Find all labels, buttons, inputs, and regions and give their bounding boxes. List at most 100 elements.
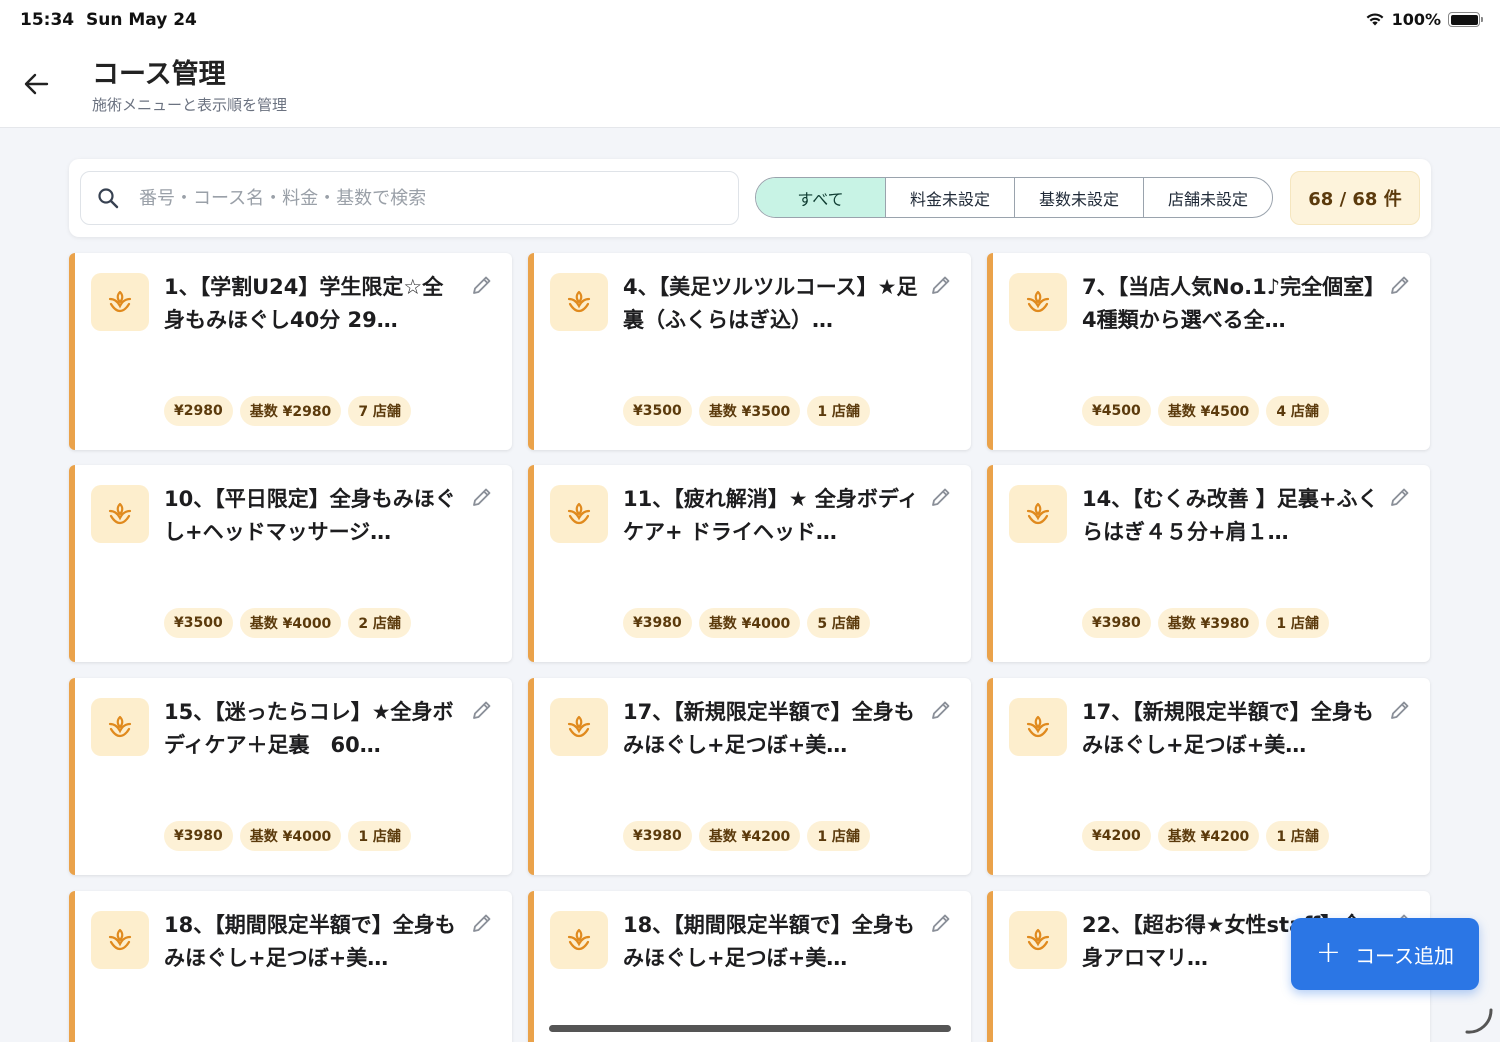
course-title: 10、【平日限定】全身もみほぐし+ヘッドマッサージ…: [164, 487, 456, 544]
course-title: 7、【当店人気No.1♪完全個室】4種類から選べる全…: [1082, 275, 1375, 332]
pencil-icon: [471, 912, 493, 938]
edit-course-button[interactable]: [468, 698, 496, 726]
add-course-label: コース追加: [1355, 943, 1455, 968]
price-chip: ¥3980: [1082, 608, 1151, 638]
filter-price-unset[interactable]: 料金未設定: [885, 178, 1014, 217]
course-card[interactable]: 11、【疲れ解消】★ 全身ボディケア+ ドライヘッド… ¥3980 基数 ¥4000…: [528, 465, 971, 662]
pencil-icon: [930, 274, 952, 300]
course-leaf-icon: [1009, 485, 1067, 543]
price-chip: ¥3980: [164, 821, 233, 851]
filter-base-unset[interactable]: 基数未設定: [1014, 178, 1143, 217]
course-title: 17、【新規限定半額で】全身もみほぐし+足つぼ+美…: [623, 700, 915, 757]
base-price-chip: 基数 ¥4000: [239, 821, 342, 851]
course-chips: ¥2980 基数 ¥2980 7 店舗: [164, 396, 411, 426]
battery-percent: 100%: [1391, 10, 1441, 29]
status-right: 100%: [1365, 10, 1483, 29]
course-card[interactable]: 4、【美足ツルツルコース】★足裏（ふくらはぎ込）… ¥3500 基数 ¥3500 1 …: [528, 253, 971, 450]
filter-all[interactable]: すべて: [756, 178, 885, 217]
course-leaf-icon: [550, 273, 608, 331]
base-price-chip: 基数 ¥4200: [1157, 821, 1260, 851]
edit-course-button[interactable]: [468, 273, 496, 301]
edit-course-button[interactable]: [468, 911, 496, 939]
price-chip: ¥3980: [623, 608, 692, 638]
course-title: 4、【美足ツルツルコース】★足裏（ふくらはぎ込）…: [623, 275, 918, 332]
status-time: 15:34 Sun May 24: [20, 10, 197, 30]
course-card[interactable]: 1、【学割U24】学生限定☆全身もみほぐし40分 29… ¥2980 基数 ¥298…: [69, 253, 512, 450]
base-price-chip: 基数 ¥3500: [698, 396, 801, 426]
plus-icon: +: [1315, 934, 1342, 970]
page-title: コース管理: [92, 59, 226, 90]
course-title: 18、【期間限定半額で】全身もみほぐし+足つぼ+美…: [623, 913, 915, 970]
course-card[interactable]: 15、【迷ったらコレ】★全身ボディケア＋足裏 60… ¥3980 基数 ¥4000 1…: [69, 678, 512, 875]
course-card[interactable]: 14、【むくみ改善 】足裏+ふくらはぎ４５分+肩１… ¥3980 基数 ¥3980 1…: [987, 465, 1430, 662]
course-card[interactable]: 10、【平日限定】全身もみほぐし+ヘッドマッサージ… ¥3500 基数 ¥4000 2…: [69, 465, 512, 662]
edit-course-button[interactable]: [927, 911, 955, 939]
pencil-icon: [471, 699, 493, 725]
edit-course-button[interactable]: [927, 273, 955, 301]
course-title: 1、【学割U24】学生限定☆全身もみほぐし40分 29…: [164, 275, 444, 332]
course-chips: ¥3500 基数 ¥4000 2 店舗: [164, 608, 411, 638]
store-count-chip: 1 店舗: [348, 821, 411, 851]
page-subtitle: 施術メニューと表示順を管理: [92, 96, 288, 114]
filter-store-unset[interactable]: 店舗未設定: [1143, 178, 1272, 217]
search-box[interactable]: [80, 171, 739, 225]
course-chips: ¥3500 基数 ¥3500 1 店舗: [623, 396, 870, 426]
clock-time: 15:34: [20, 10, 75, 30]
edit-course-button[interactable]: [468, 485, 496, 513]
course-chips: ¥3980 基数 ¥3980 1 店舗: [1082, 608, 1329, 638]
pencil-icon: [471, 486, 493, 512]
status-bar: 15:34 Sun May 24 100%: [0, 0, 1500, 42]
course-chips: ¥3980 基数 ¥4000 1 店舗: [164, 821, 411, 851]
course-chips: ¥4200 基数 ¥4200 1 店舗: [1082, 821, 1329, 851]
course-title: 15、【迷ったらコレ】★全身ボディケア＋足裏 60…: [164, 700, 454, 757]
store-count-chip: 1 店舗: [807, 396, 870, 426]
pencil-icon: [1389, 274, 1411, 300]
course-leaf-icon: [550, 911, 608, 969]
edit-course-button[interactable]: [1386, 698, 1414, 726]
store-count-chip: 5 店舗: [807, 608, 870, 638]
course-leaf-icon: [1009, 273, 1067, 331]
course-card[interactable]: 18、【期間限定半額で】全身もみほぐし+足つぼ+美…: [69, 891, 512, 1042]
back-button[interactable]: [14, 66, 58, 102]
store-count-chip: 4 店舗: [1266, 396, 1329, 426]
base-price-chip: 基数 ¥2980: [239, 396, 342, 426]
filter-segmented-control: すべて 料金未設定 基数未設定 店舗未設定: [755, 177, 1273, 218]
search-input[interactable]: [139, 180, 719, 216]
base-price-chip: 基数 ¥3980: [1157, 608, 1260, 638]
base-price-chip: 基数 ¥4200: [698, 821, 801, 851]
course-leaf-icon: [550, 698, 608, 756]
course-title: 17、【新規限定半額で】全身もみほぐし+足つぼ+美…: [1082, 700, 1374, 757]
price-chip: ¥3500: [623, 396, 692, 426]
battery-level: [1450, 14, 1478, 25]
base-price-chip: 基数 ¥4000: [239, 608, 342, 638]
course-leaf-icon: [1009, 698, 1067, 756]
course-leaf-icon: [91, 911, 149, 969]
course-leaf-icon: [1009, 911, 1067, 969]
pencil-icon: [930, 486, 952, 512]
course-card[interactable]: 7、【当店人気No.1♪完全個室】4種類から選べる全… ¥4500 基数 ¥4500…: [987, 253, 1430, 450]
edit-course-button[interactable]: [927, 698, 955, 726]
pencil-icon: [930, 699, 952, 725]
pencil-icon: [1389, 486, 1411, 512]
course-card[interactable]: 17、【新規限定半額で】全身もみほぐし+足つぼ+美… ¥4200 基数 ¥4200 1…: [987, 678, 1430, 875]
course-card[interactable]: 18、【期間限定半額で】全身もみほぐし+足つぼ+美…: [528, 891, 971, 1042]
scroll-indicator[interactable]: [549, 1025, 951, 1032]
wifi-icon: [1366, 13, 1383, 26]
battery-icon: [1448, 12, 1483, 27]
course-title: 14、【むくみ改善 】足裏+ふくらはぎ４５分+肩１…: [1082, 487, 1379, 544]
result-count-badge: 68 / 68 件: [1290, 171, 1420, 225]
course-card[interactable]: 17、【新規限定半額で】全身もみほぐし+足つぼ+美… ¥3980 基数 ¥4200 1…: [528, 678, 971, 875]
store-count-chip: 2 店舗: [348, 608, 411, 638]
course-leaf-icon: [91, 698, 149, 756]
add-course-button[interactable]: + コース追加: [1291, 918, 1479, 990]
clock-date: Sun May 24: [85, 10, 197, 30]
edit-course-button[interactable]: [1386, 273, 1414, 301]
store-count-chip: 7 店舗: [348, 396, 411, 426]
price-chip: ¥3500: [164, 608, 233, 638]
pencil-icon: [930, 912, 952, 938]
arrow-left-icon: [24, 73, 49, 95]
course-leaf-icon: [550, 485, 608, 543]
edit-course-button[interactable]: [927, 485, 955, 513]
base-price-chip: 基数 ¥4500: [1157, 396, 1260, 426]
edit-course-button[interactable]: [1386, 485, 1414, 513]
